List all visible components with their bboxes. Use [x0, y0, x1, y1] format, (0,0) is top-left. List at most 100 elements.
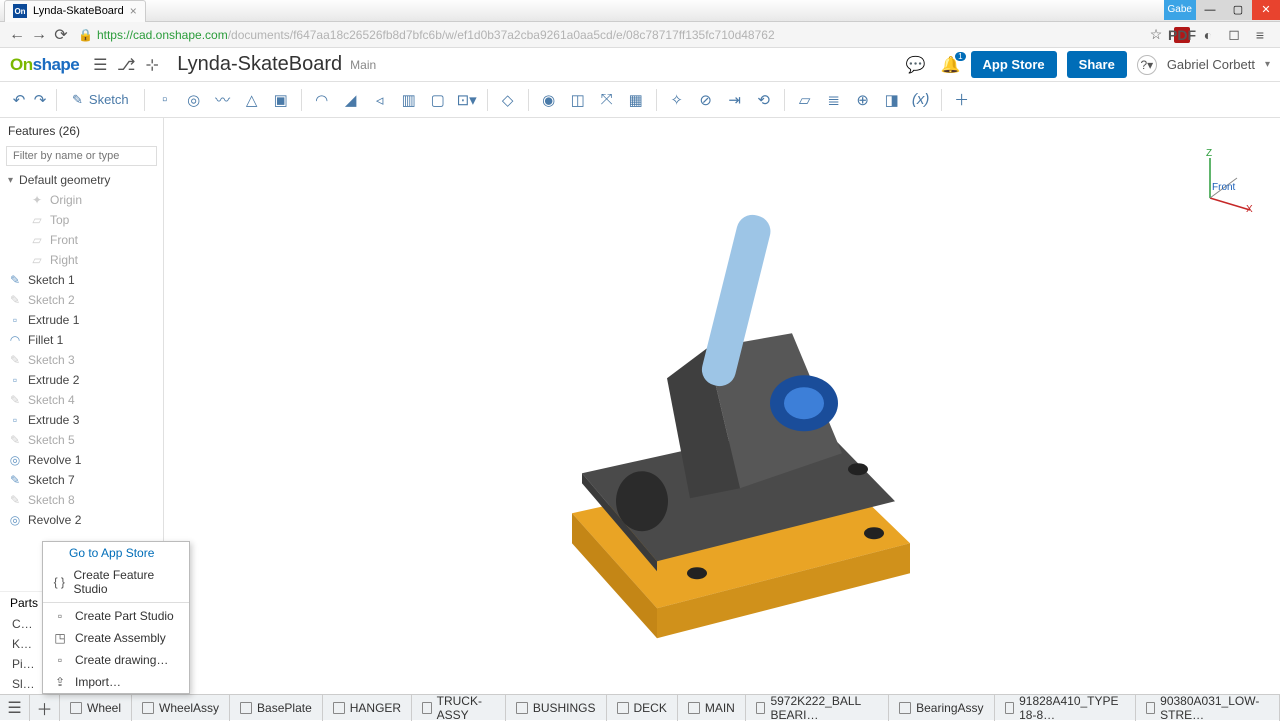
transform-button[interactable]: ⤧: [594, 87, 620, 113]
plane-node[interactable]: ▱Right: [0, 250, 163, 270]
feature-node[interactable]: ◎Revolve 2: [0, 510, 163, 530]
feature-node[interactable]: ✎Sketch 2: [0, 290, 163, 310]
element-tab[interactable]: BUSHINGS: [506, 695, 607, 721]
sketch-label: Sketch: [89, 92, 129, 107]
feature-node[interactable]: ▫Extrude 1: [0, 310, 163, 330]
comments-icon[interactable]: 💬: [905, 54, 927, 76]
split-button[interactable]: ◫: [565, 87, 591, 113]
loft-button[interactable]: △: [239, 87, 265, 113]
document-title[interactable]: Lynda-SkateBoard: [177, 53, 342, 76]
element-tab[interactable]: BasePlate: [230, 695, 323, 721]
mate-connector-button[interactable]: ⊕: [850, 87, 876, 113]
goto-appstore-item[interactable]: Go to App Store: [43, 542, 189, 564]
add-custom-button[interactable]: ＋: [949, 87, 975, 113]
feature-filter-input[interactable]: [6, 146, 157, 166]
browser-user-badge[interactable]: Gabe: [1164, 0, 1196, 20]
versions-icon[interactable]: ⎇: [115, 54, 137, 76]
window-maximize-button[interactable]: ▢: [1224, 0, 1252, 20]
thicken-button[interactable]: ▣: [268, 87, 294, 113]
appstore-button[interactable]: App Store: [971, 51, 1057, 78]
feature-node[interactable]: ✎Sketch 3: [0, 350, 163, 370]
context-menu-item[interactable]: ⇪Import…: [43, 671, 189, 693]
plane-node[interactable]: ▱Top: [0, 210, 163, 230]
forward-button[interactable]: →: [28, 24, 50, 46]
undo-button[interactable]: ↶: [10, 87, 28, 113]
helix-button[interactable]: ≣: [821, 87, 847, 113]
fillet-button[interactable]: ◠: [309, 87, 335, 113]
pattern-button[interactable]: ◇: [495, 87, 521, 113]
feature-node[interactable]: ◠Fillet 1: [0, 330, 163, 350]
context-menu-item[interactable]: { }Create Feature Studio: [43, 564, 189, 600]
element-tab[interactable]: 90380A031_LOW-STRE…: [1136, 695, 1280, 721]
default-geometry-node[interactable]: ▾ Default geometry: [0, 170, 163, 190]
pdf-extension-icon[interactable]: PDF: [1174, 27, 1190, 43]
rib-button[interactable]: ▥: [396, 87, 422, 113]
axis-z-label: Z: [1206, 148, 1212, 159]
feature-node[interactable]: ✎Sketch 8: [0, 490, 163, 510]
element-tab[interactable]: DECK: [607, 695, 678, 721]
menu-icon[interactable]: ≡: [1252, 27, 1268, 43]
user-name[interactable]: Gabriel Corbett: [1167, 57, 1255, 72]
plane-node[interactable]: ▱Front: [0, 230, 163, 250]
menu-icon[interactable]: ☰: [89, 54, 111, 76]
url-box[interactable]: 🔒 https ://cad.onshape.com /documents/f6…: [78, 28, 1148, 42]
redo-button[interactable]: ↷: [31, 87, 49, 113]
element-tab[interactable]: WheelAssy: [132, 695, 230, 721]
feature-node[interactable]: ◎Revolve 1: [0, 450, 163, 470]
user-menu-chevron-icon[interactable]: ▾: [1265, 59, 1270, 70]
element-tab[interactable]: Wheel: [60, 695, 132, 721]
tabstrip-menu-button[interactable]: ☰: [0, 695, 30, 721]
3d-viewport[interactable]: Z X Front: [164, 118, 1280, 694]
shell-button[interactable]: ▢: [425, 87, 451, 113]
element-tab[interactable]: 5972K222_BALL BEARI…: [746, 695, 889, 721]
help-button[interactable]: ?▾: [1137, 55, 1157, 75]
element-tab[interactable]: TRUCK-ASSY: [412, 695, 506, 721]
plane-button[interactable]: ▱: [792, 87, 818, 113]
view-gizmo[interactable]: Z X Front: [1190, 148, 1260, 221]
delete-face-button[interactable]: ▦: [623, 87, 649, 113]
move-face-button[interactable]: ⇥: [722, 87, 748, 113]
element-tab-label: WheelAssy: [159, 701, 219, 715]
extrude-button[interactable]: ▫: [152, 87, 178, 113]
feature-node[interactable]: ▫Extrude 2: [0, 370, 163, 390]
section-view-button[interactable]: ◨: [879, 87, 905, 113]
origin-node[interactable]: ✦ Origin: [0, 190, 163, 210]
hole-button[interactable]: ⊡▾: [454, 87, 480, 113]
window-minimize-button[interactable]: —: [1196, 0, 1224, 20]
sketch-button[interactable]: ✎ Sketch: [64, 92, 137, 108]
feature-node[interactable]: ✎Sketch 4: [0, 390, 163, 410]
draft-button[interactable]: ◃: [367, 87, 393, 113]
context-menu-item[interactable]: ▫Create Part Studio: [43, 605, 189, 627]
element-tab[interactable]: BearingAssy: [889, 695, 994, 721]
extension-icon-2[interactable]: ◻: [1226, 27, 1242, 43]
window-close-button[interactable]: ✕: [1252, 0, 1280, 20]
feature-node[interactable]: ✎Sketch 7: [0, 470, 163, 490]
element-tab[interactable]: HANGER: [323, 695, 412, 721]
notifications-icon[interactable]: 🔔1: [941, 55, 961, 75]
feature-node[interactable]: ✎Sketch 1: [0, 270, 163, 290]
chamfer-button[interactable]: ◢: [338, 87, 364, 113]
feature-node[interactable]: ▫Extrude 3: [0, 410, 163, 430]
delete-part-button[interactable]: ⊘: [693, 87, 719, 113]
replace-face-button[interactable]: ⟲: [751, 87, 777, 113]
boolean-button[interactable]: ◉: [536, 87, 562, 113]
close-tab-icon[interactable]: ×: [130, 4, 137, 18]
extension-icon[interactable]: ◐: [1200, 27, 1216, 43]
modify-fillet-button[interactable]: ✧: [664, 87, 690, 113]
browser-tab[interactable]: On Lynda-SkateBoard ×: [4, 0, 146, 22]
variable-button[interactable]: (x): [908, 87, 934, 113]
onshape-logo[interactable]: Onshape: [10, 55, 79, 75]
element-tab[interactable]: 91828A410_TYPE 18-8…: [995, 695, 1136, 721]
insert-icon[interactable]: ⊹: [141, 54, 163, 76]
add-element-button[interactable]: ＋: [30, 695, 60, 721]
sweep-button[interactable]: 〰: [210, 87, 236, 113]
back-button[interactable]: ←: [6, 24, 28, 46]
bookmark-icon[interactable]: ☆: [1148, 27, 1164, 43]
context-menu-item[interactable]: ▫Create drawing…: [43, 649, 189, 671]
revolve-button[interactable]: ◎: [181, 87, 207, 113]
feature-node[interactable]: ✎Sketch 5: [0, 430, 163, 450]
element-tab[interactable]: MAIN: [678, 695, 746, 721]
share-button[interactable]: Share: [1067, 51, 1127, 78]
reload-button[interactable]: ⟳: [50, 24, 72, 46]
context-menu-item[interactable]: ◳Create Assembly: [43, 627, 189, 649]
